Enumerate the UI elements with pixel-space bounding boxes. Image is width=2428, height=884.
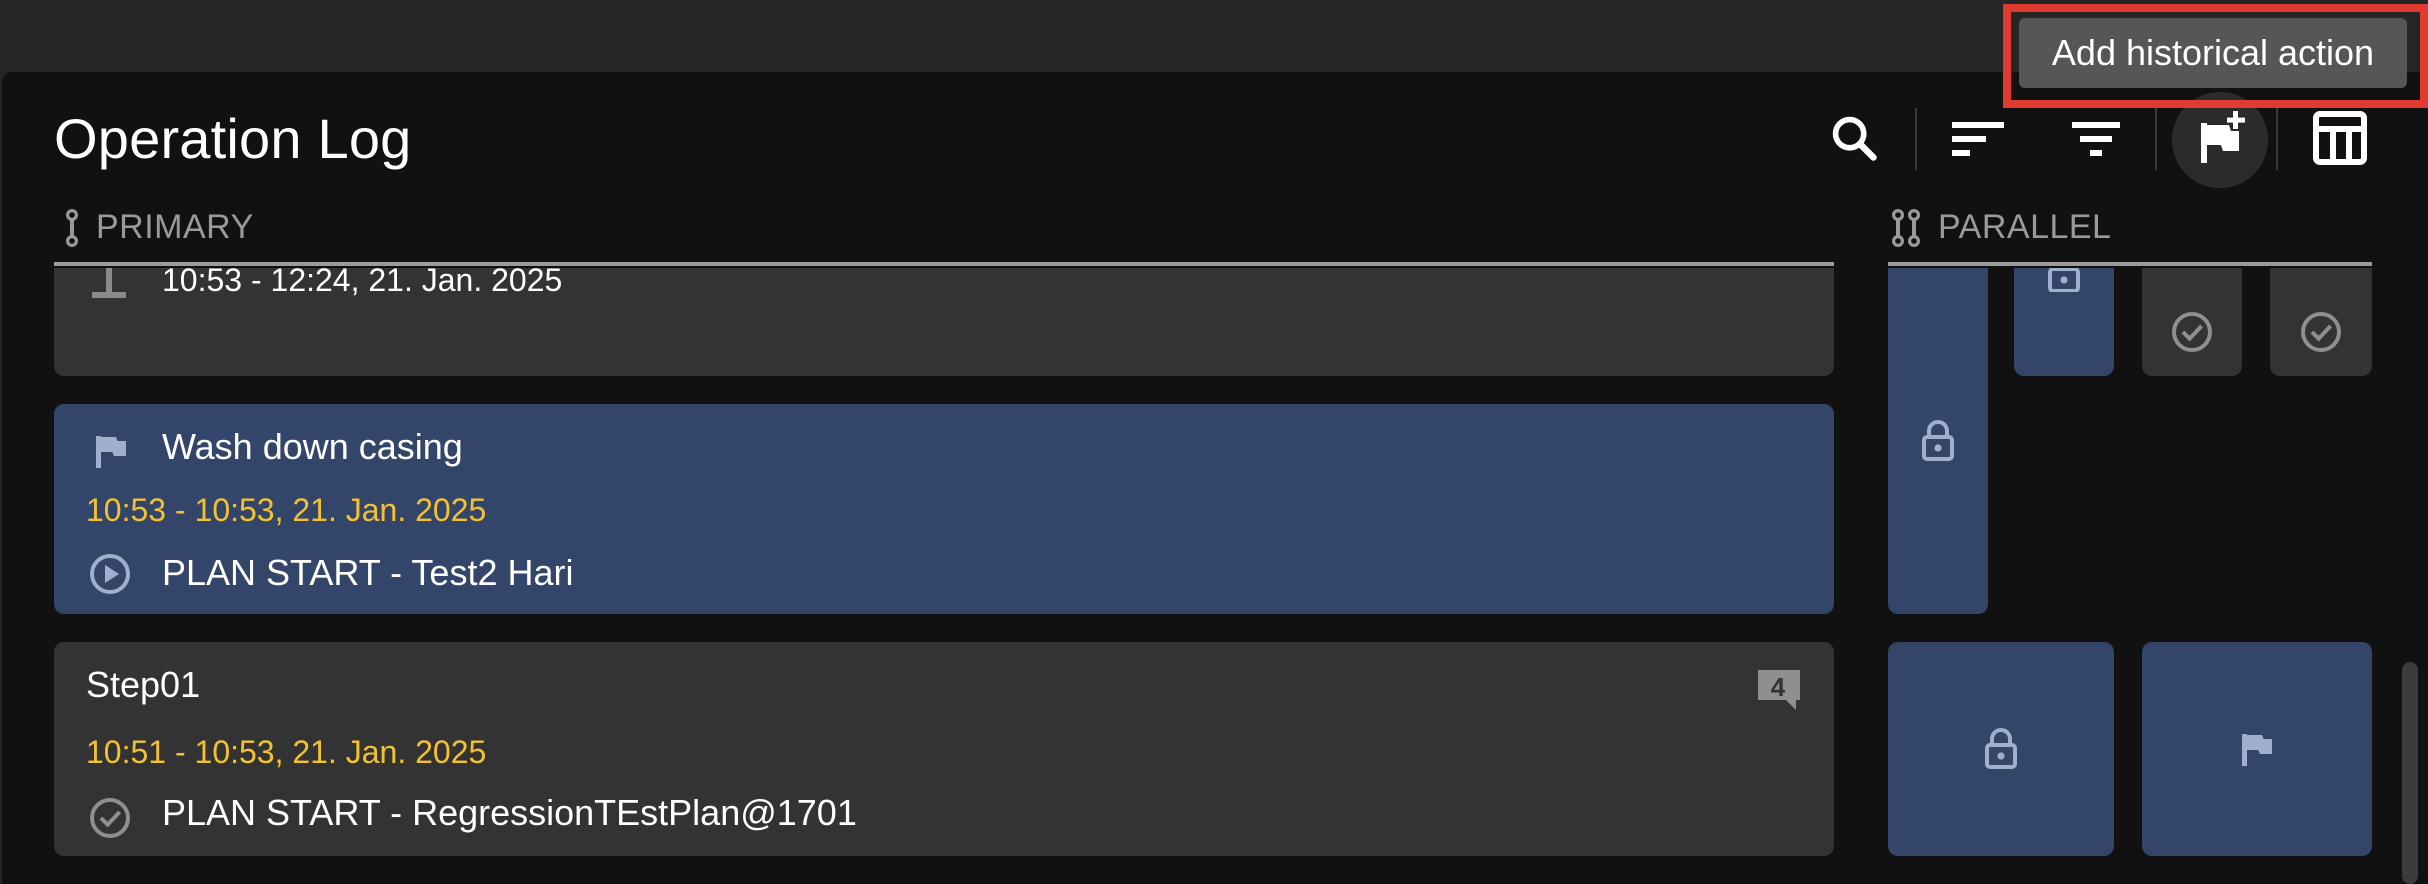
flag-add-icon	[2201, 111, 2245, 163]
layout-icon	[2313, 111, 2367, 165]
parallel-tile-locked[interactable]	[2014, 268, 2114, 376]
check-circle-icon	[2301, 312, 2341, 352]
flag-icon	[96, 436, 126, 468]
check-circle-icon	[2172, 312, 2212, 352]
card-time-range: 10:53 - 12:24, 21. Jan. 2025	[162, 262, 563, 298]
layout-button[interactable]	[2298, 96, 2382, 180]
parallel-tile-locked[interactable]	[1888, 268, 1988, 614]
parallel-track-icon	[1892, 208, 1920, 247]
search-button[interactable]	[1812, 96, 1896, 180]
scrollbar-thumb[interactable]	[2402, 662, 2418, 884]
card-action-line: PLAN START - Test2 Hari	[162, 552, 574, 593]
toolbar-divider	[2276, 108, 2278, 170]
sort-button[interactable]	[1936, 96, 2020, 180]
parallel-divider	[1888, 262, 2372, 266]
toolbar-divider	[1915, 108, 1917, 170]
parallel-section-header: PARALLEL	[1890, 208, 2111, 247]
flag-icon	[2242, 734, 2272, 766]
log-card-selected[interactable]: Wash down casing 10:53 - 10:53, 21. Jan.…	[54, 404, 1834, 614]
card-time-range: 10:51 - 10:53, 21. Jan. 2025	[86, 734, 487, 770]
parallel-tile-done[interactable]	[2270, 268, 2372, 376]
check-circle-icon	[90, 798, 130, 838]
card-title: Wash down casing	[162, 426, 463, 467]
toolbar-divider	[2155, 108, 2157, 170]
comment-count: 4	[1770, 672, 1786, 702]
primary-label: PRIMARY	[96, 208, 254, 246]
filter-icon	[2072, 122, 2120, 156]
primary-section-header: PRIMARY	[64, 208, 254, 247]
parallel-label: PARALLEL	[1938, 208, 2112, 246]
card-time-range: 10:53 - 10:53, 21. Jan. 2025	[86, 492, 487, 528]
primary-divider	[54, 262, 1834, 266]
comment-count-badge[interactable]: 4	[1756, 668, 1802, 712]
play-circle-icon	[90, 554, 130, 594]
log-card[interactable]: 10:53 - 12:24, 21. Jan. 2025	[54, 266, 1834, 376]
end-marker-icon	[92, 268, 126, 298]
filter-button[interactable]	[2054, 96, 2138, 180]
parallel-tile-locked[interactable]	[1888, 642, 2114, 856]
lock-icon	[2048, 268, 2080, 292]
card-action-line: PLAN START - RegressionTEstPlan@1701	[162, 792, 857, 833]
log-card[interactable]: Step01 4 10:51 - 10:53, 21. Jan. 2025 PL…	[54, 642, 1834, 856]
search-icon	[1832, 116, 1877, 161]
page-title: Operation Log	[54, 107, 412, 170]
primary-track-icon	[66, 208, 78, 247]
parallel-tile-flag[interactable]	[2142, 642, 2372, 856]
parallel-tile-done[interactable]	[2142, 268, 2242, 376]
card-title: Step01	[86, 664, 201, 705]
sort-icon	[1952, 122, 2004, 156]
lock-icon	[1985, 728, 2017, 769]
tooltip: Add historical action	[2019, 18, 2407, 88]
lock-icon	[1922, 420, 1954, 461]
